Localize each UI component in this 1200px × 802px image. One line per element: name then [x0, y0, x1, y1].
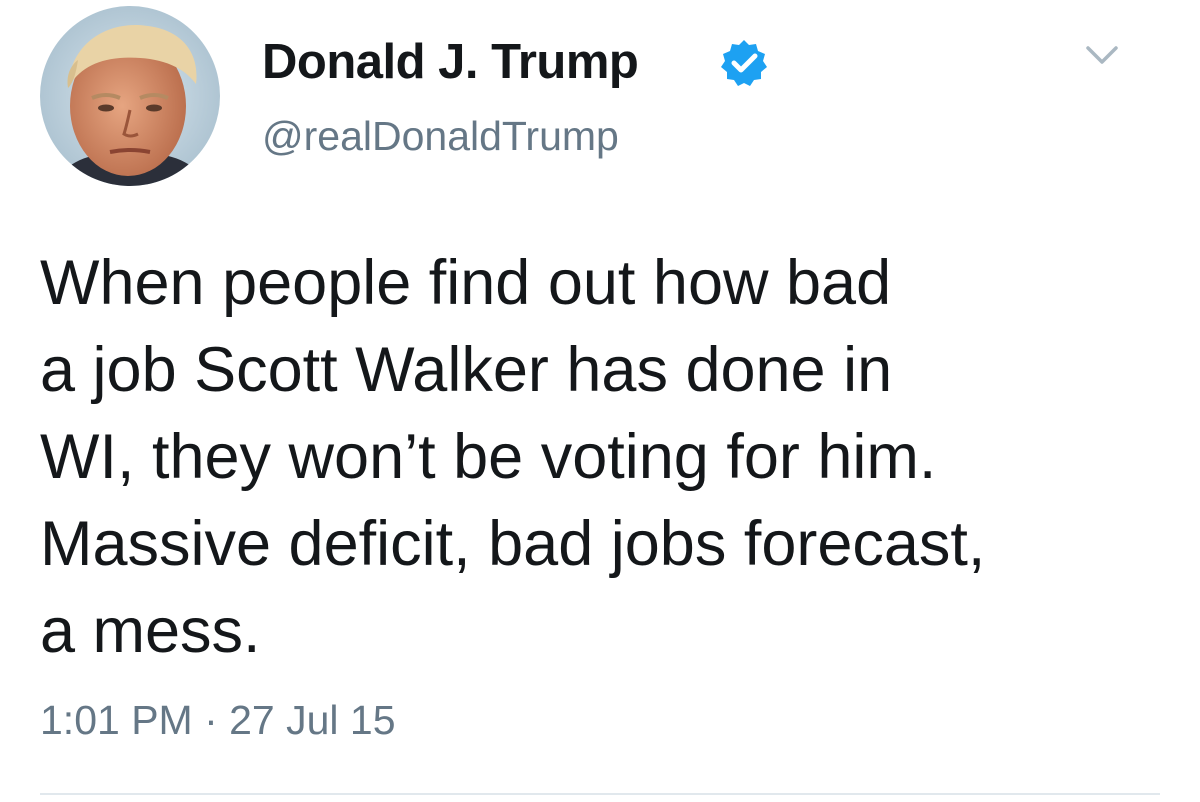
- tweet-text-line: WI, they won’t be voting for him.: [40, 422, 937, 492]
- avatar[interactable]: [40, 6, 220, 186]
- tweet-timestamp[interactable]: 1:01 PM · 27 Jul 15: [40, 692, 396, 748]
- verified-badge-icon: [721, 40, 767, 86]
- tweet-text-line: a job Scott Walker has done in: [40, 335, 893, 405]
- author-handle[interactable]: @realDonaldTrump: [262, 108, 619, 164]
- tweet-text: When people find out how bad a job Scott…: [40, 240, 1170, 675]
- tweet-card: Donald J. Trump @realDonaldTrump When pe…: [0, 0, 1200, 802]
- author-display-name[interactable]: Donald J. Trump: [262, 30, 639, 94]
- tweet-text-line: Massive deficit, bad jobs forecast,: [40, 509, 986, 579]
- chevron-down-icon[interactable]: [1082, 38, 1122, 70]
- tweet-text-line: When people find out how bad: [40, 248, 892, 318]
- divider: [40, 793, 1160, 795]
- tweet-text-line: a mess.: [40, 596, 261, 666]
- avatar-photo: [40, 6, 220, 186]
